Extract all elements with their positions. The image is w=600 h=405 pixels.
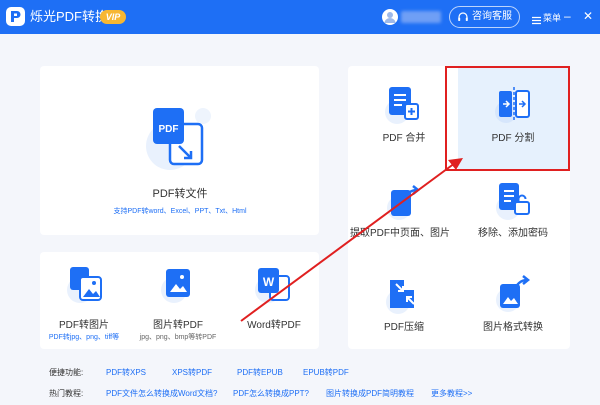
quick-link-pdf-to-xps[interactable]: PDF转XPS [106, 367, 146, 378]
tutorial-link-image-to-pdf[interactable]: 图片转换成PDF简明教程 [326, 388, 414, 399]
tutorial-link-pdf-to-word[interactable]: PDF文件怎么转换成Word文档? [106, 388, 217, 399]
callout-arrow [240, 158, 463, 322]
quick-functions-label: 便捷功能: [49, 368, 84, 377]
tutorial-link-pdf-to-ppt[interactable]: PDF怎么转换成PPT? [233, 388, 309, 399]
quick-link-epub-to-pdf[interactable]: EPUB转PDF [303, 367, 349, 378]
quick-link-xps-to-pdf[interactable]: XPS转PDF [172, 367, 212, 378]
quick-link-pdf-to-epub[interactable]: PDF转EPUB [237, 367, 283, 378]
tutorials-label: 热门教程: [49, 389, 84, 398]
tutorial-link-more[interactable]: 更多教程>> [431, 388, 472, 399]
